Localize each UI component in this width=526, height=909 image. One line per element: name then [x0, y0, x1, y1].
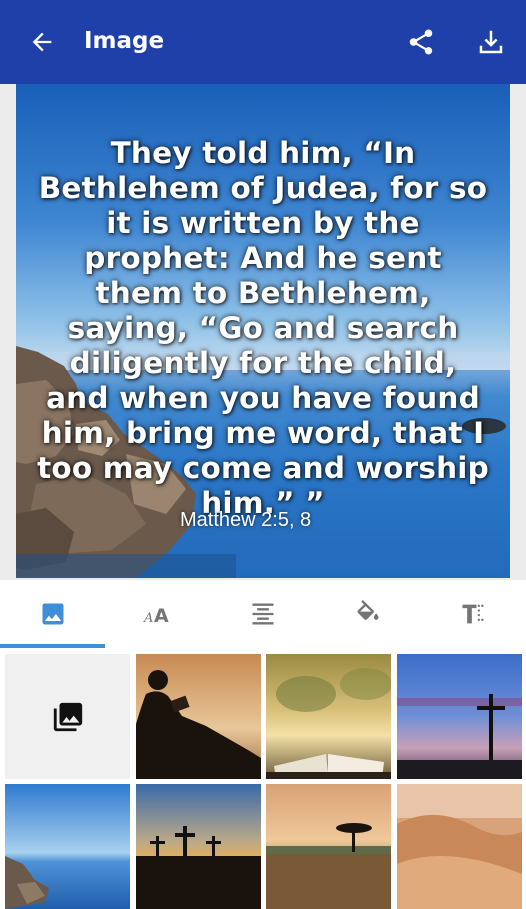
download-button[interactable] [471, 22, 511, 62]
open-bible-image [266, 654, 391, 779]
paint-bucket-icon [357, 600, 379, 620]
app-bar: Image [0, 0, 526, 84]
share-icon [409, 29, 433, 55]
thumbnail-person-reading[interactable] [136, 654, 261, 779]
tab-font[interactable]: A A [105, 580, 210, 648]
thumbnail-desert-dunes[interactable] [397, 784, 522, 909]
rocky-sea-image [5, 784, 130, 909]
thumbnail-three-crosses[interactable] [136, 784, 261, 909]
arrow-back-icon [32, 32, 52, 52]
tab-text-format[interactable] [421, 580, 526, 648]
thumbnail-savanna-tree[interactable] [266, 784, 391, 909]
desert-dunes-image [397, 784, 522, 909]
photo-library-icon [53, 702, 82, 731]
back-button[interactable] [22, 22, 62, 62]
share-button[interactable] [401, 22, 441, 62]
pick-from-gallery-button[interactable] [5, 654, 130, 779]
three-crosses-image [136, 784, 261, 909]
preview-area: They told him, “In Bethlehem of Judea, f… [0, 84, 526, 580]
tab-background-image[interactable] [0, 580, 106, 648]
image-icon [42, 603, 64, 625]
person-reading-silhouette-image [136, 654, 261, 779]
thumbnail-cross-twilight[interactable] [397, 654, 522, 779]
svg-text:A: A [143, 611, 153, 626]
page-title: Image [84, 28, 165, 54]
savanna-tree-image [266, 784, 391, 909]
cross-twilight-image [397, 654, 522, 779]
background-grid [0, 648, 526, 909]
font-size-icon: A A [143, 605, 169, 627]
download-icon [479, 30, 503, 54]
align-center-icon [252, 603, 274, 625]
tab-color[interactable] [316, 580, 421, 648]
verse-image-preview[interactable]: They told him, “In Bethlehem of Judea, f… [16, 84, 510, 578]
verse-reference: Matthew 2:5, 8 [180, 509, 312, 531]
thumbnail-open-bible[interactable] [266, 654, 391, 779]
text-format-icon [462, 604, 484, 624]
verse-text: They told him, “In Bethlehem of Judea, f… [37, 136, 489, 520]
svg-text:A: A [154, 605, 169, 627]
thumbnail-rocky-sea[interactable] [5, 784, 130, 909]
tab-alignment[interactable] [210, 580, 315, 648]
editor-tabs: A A [0, 580, 526, 648]
